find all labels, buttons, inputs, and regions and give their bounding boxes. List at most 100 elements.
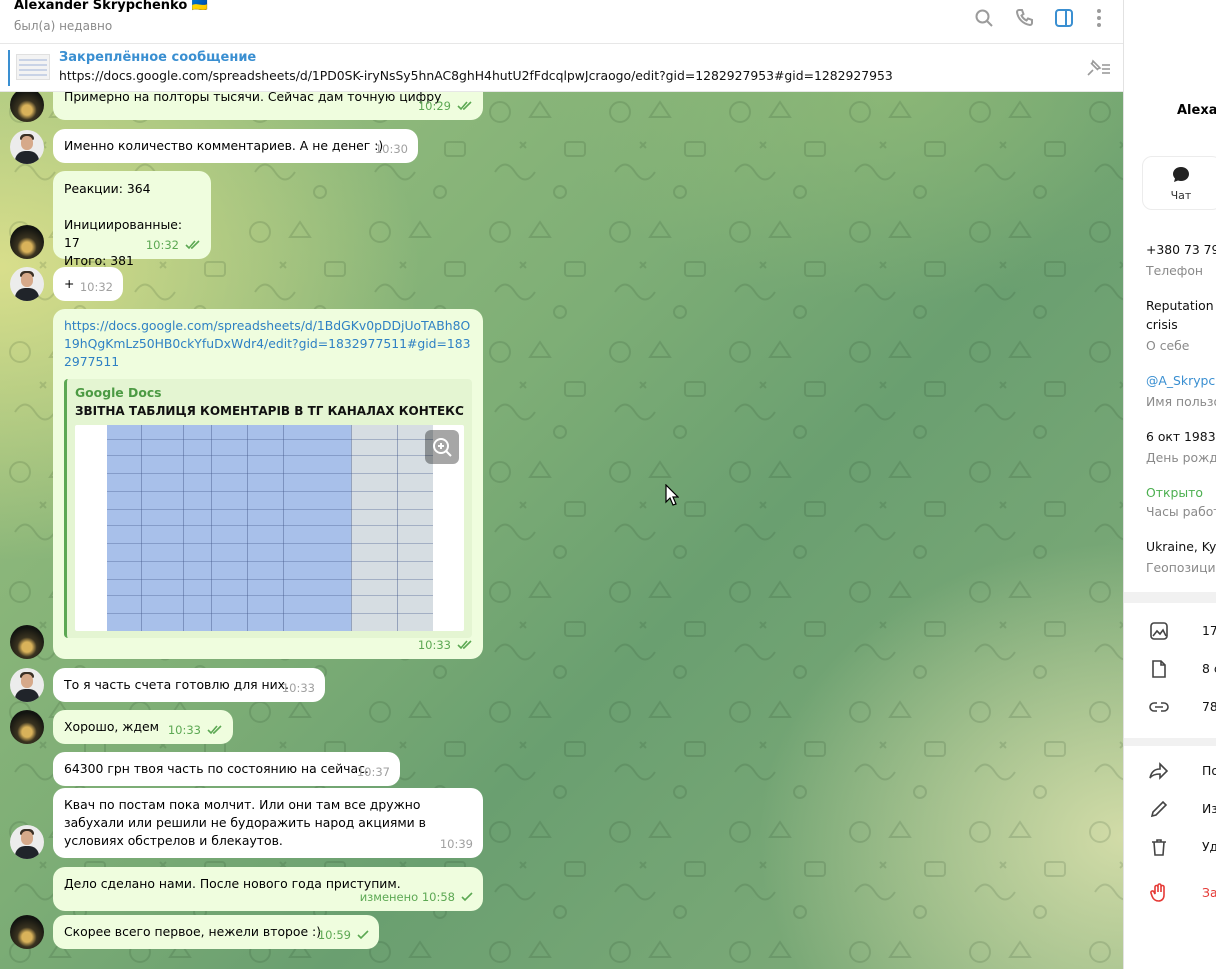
birthday-value: 6 окт 1983 ( [1146, 429, 1216, 444]
more-vertical-icon[interactable] [1087, 6, 1111, 30]
message-bubble[interactable]: Квач по постам пока молчит. Или они там … [53, 788, 483, 858]
message-time: 10:59 [318, 926, 369, 944]
sent-check-icon [357, 930, 369, 940]
avatar[interactable] [10, 668, 44, 702]
chat-messages[interactable]: Примерно на полторы тысячи. Сейчас дам т… [0, 92, 1123, 969]
media-count-files[interactable]: 8 с [1202, 661, 1216, 676]
hours-value[interactable]: Открыто [1146, 485, 1203, 500]
chat-bubble-icon [1171, 165, 1191, 189]
avatar[interactable] [10, 267, 44, 301]
message-time: 10:29 [418, 97, 473, 115]
message-text: Дело сделано нами. После нового года при… [64, 876, 401, 891]
message-bubble[interactable]: + 10:32 [53, 267, 123, 301]
message-bubble[interactable]: Хорошо, ждем 10:33 [53, 710, 233, 744]
message-text: Именно количество комментариев. А не ден… [64, 138, 384, 153]
hours-label: Часы работ [1146, 504, 1216, 519]
media-count-photos[interactable]: 17 [1202, 623, 1216, 638]
file-icon [1148, 658, 1170, 680]
preview-source: Google Docs [75, 385, 162, 400]
phone-label: Телефон [1146, 263, 1204, 278]
message-time: 10:33 [418, 636, 473, 654]
message-bubble[interactable]: Реакции: 364 Инициированные: 17 Итого: 3… [53, 171, 211, 268]
spreadsheet-thumbnail [107, 425, 433, 631]
chat-title[interactable]: Alexander Skrypchenko 🇺🇦 [14, 0, 208, 13]
share-contact-button[interactable]: По [1202, 763, 1216, 778]
message-bubble[interactable]: Дело сделано нами. После нового года при… [53, 867, 483, 911]
bio-label: О себе [1146, 338, 1190, 353]
bio-line-1: Reputation [1146, 298, 1214, 313]
message-bubble[interactable]: https://docs.google.com/spreadsheets/d/1… [53, 309, 483, 659]
message-time: 10:33 [168, 721, 223, 739]
sidebar-toggle-icon[interactable] [1052, 6, 1076, 30]
message-link[interactable]: https://docs.google.com/spreadsheets/d/1… [64, 317, 472, 371]
pinned-text: https://docs.google.com/spreadsheets/d/1… [59, 68, 893, 83]
link-icon [1148, 696, 1170, 718]
message-time: 10:32 [79, 280, 113, 294]
pinned-message[interactable]: Закреплённое сообщение https://docs.goog… [0, 44, 1123, 92]
avatar[interactable] [10, 130, 44, 164]
media-count-links[interactable]: 78 [1202, 699, 1216, 714]
avatar[interactable] [10, 915, 44, 949]
bio-line-2: crisis [1146, 317, 1178, 332]
message-time: 10:33 [281, 681, 315, 695]
chat-button[interactable]: Чат [1142, 156, 1216, 210]
pinned-indicator [8, 50, 10, 86]
avatar[interactable] [10, 825, 44, 859]
zoom-in-icon[interactable] [425, 430, 459, 464]
message-text: Хорошо, ждем [64, 719, 160, 734]
location-value[interactable]: Ukraine, Kyi [1146, 539, 1216, 554]
message-bubble[interactable]: Скорее всего первое, нежели второе :) 10… [53, 915, 379, 949]
actions-section [1124, 746, 1216, 969]
message-time: 10:39 [439, 837, 473, 851]
avatar[interactable] [10, 625, 44, 659]
username-label: Имя пользо [1146, 394, 1216, 409]
message-time: 10:32 [146, 236, 201, 254]
phone-icon[interactable] [1013, 6, 1037, 30]
message-time: 10:37 [356, 765, 390, 779]
edited-label: изменено [359, 890, 419, 904]
message-text: Скорее всего первое, нежели второе :) [64, 924, 322, 939]
message-line: Реакции: 364 [64, 181, 151, 196]
profile-name: Alexan [1177, 103, 1216, 118]
sent-check-icon [461, 892, 473, 902]
location-label: Геопозици [1146, 560, 1216, 575]
message-text: 64300 грн твоя часть по состоянию на сей… [64, 761, 369, 776]
mouse-cursor-icon [665, 484, 679, 506]
read-check-icon [185, 240, 200, 250]
message-bubble[interactable]: То я часть счета готовлю для них. 10:33 [53, 668, 325, 702]
chat-header: Alexander Skrypchenko 🇺🇦 был(а) недавно [0, 0, 1123, 44]
pinned-title: Закреплённое сообщение [59, 50, 257, 65]
message-text: + [64, 276, 75, 291]
birthday-label: День рожде [1146, 450, 1216, 465]
share-icon [1148, 760, 1170, 782]
read-check-icon [457, 640, 472, 650]
avatar[interactable] [10, 710, 44, 744]
search-icon[interactable] [972, 6, 996, 30]
phone-value[interactable]: +380 73 798 [1146, 242, 1216, 257]
username-value[interactable]: @A_Skrypch [1146, 373, 1216, 388]
message-text: То я часть счета готовлю для них. [64, 677, 289, 692]
block-user-button[interactable]: За [1202, 885, 1216, 900]
preview-image[interactable] [75, 425, 464, 631]
message-bubble[interactable]: Примерно на полторы тысячи. Сейчас дам т… [53, 92, 483, 120]
message-bubble[interactable]: Именно количество комментариев. А не ден… [53, 129, 418, 163]
photo-icon [1148, 620, 1170, 642]
edit-icon [1148, 798, 1170, 820]
read-check-icon [207, 725, 222, 735]
preview-title: ЗВІТНА ТАБЛИЦЯ КОМЕНТАРІВ В ТГ КАНАЛАХ К… [75, 404, 464, 418]
chat-button-label: Чат [1170, 189, 1192, 202]
avatar[interactable] [10, 225, 44, 259]
block-hand-icon [1148, 882, 1170, 904]
edit-contact-button[interactable]: Из [1202, 801, 1216, 816]
profile-panel: Alexan Чат +380 73 798 Телефон Reputatio… [1123, 0, 1216, 969]
read-check-icon [457, 101, 472, 111]
unpin-list-icon[interactable] [1084, 57, 1112, 79]
chat-status: был(а) недавно [14, 19, 113, 33]
link-preview[interactable]: Google Docs ЗВІТНА ТАБЛИЦЯ КОМЕНТАРІВ В … [64, 379, 472, 638]
pinned-thumbnail [16, 54, 50, 80]
message-time: изменено 10:58 [360, 888, 473, 906]
delete-contact-button[interactable]: Уд [1202, 839, 1216, 854]
message-bubble[interactable]: 64300 грн твоя часть по состоянию на сей… [53, 752, 400, 786]
message-text: Примерно на полторы тысячи. Сейчас дам т… [64, 92, 442, 104]
message-text: Квач по постам пока молчит. Или они там … [64, 797, 426, 848]
